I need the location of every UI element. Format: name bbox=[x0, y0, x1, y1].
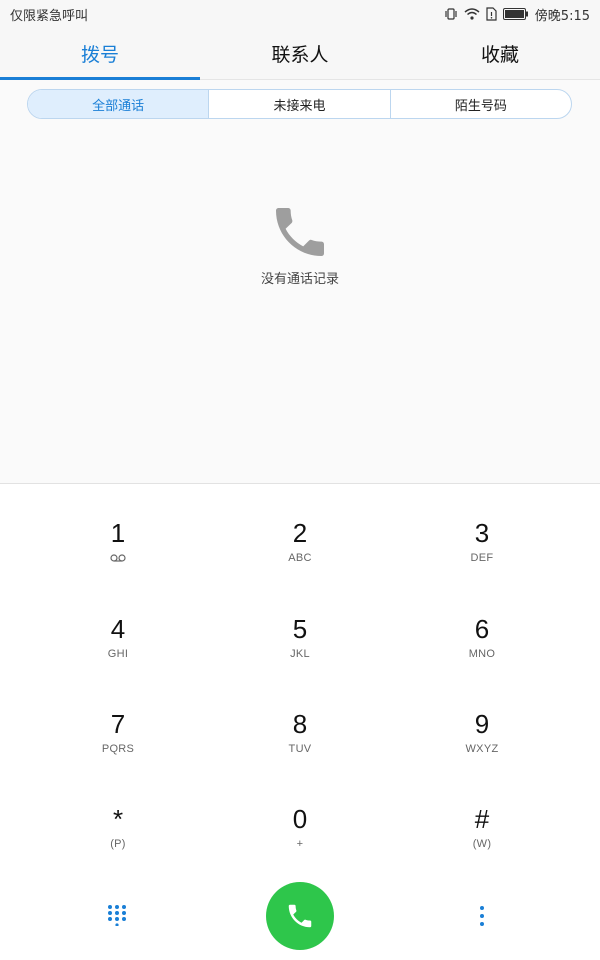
key-6[interactable]: 6 MNO bbox=[422, 614, 542, 684]
key-8[interactable]: 8 TUV bbox=[240, 709, 360, 779]
key-digit: 9 bbox=[474, 709, 490, 739]
status-time: 傍晚5:15 bbox=[534, 8, 590, 24]
key-hash[interactable]: # (W) bbox=[422, 804, 542, 874]
key-digit: 3 bbox=[474, 518, 490, 548]
key-digit: * bbox=[112, 804, 124, 834]
key-digit: 5 bbox=[292, 614, 308, 644]
status-bar: 仅限紧急呼叫 傍晚5:15 bbox=[0, 0, 600, 28]
tab-favorites[interactable]: 收藏 bbox=[400, 28, 600, 79]
key-letters: (P) bbox=[110, 838, 126, 850]
key-5[interactable]: 5 JKL bbox=[240, 614, 360, 684]
dialpad-bottom-bar bbox=[0, 882, 600, 952]
phone-icon bbox=[268, 200, 332, 264]
key-digit: 1 bbox=[110, 518, 126, 548]
empty-state: 没有通话记录 bbox=[0, 200, 600, 287]
key-0[interactable]: 0 + bbox=[240, 804, 360, 874]
filter-all-calls[interactable]: 全部通话 bbox=[28, 90, 209, 118]
voicemail-icon bbox=[58, 554, 178, 564]
key-digit: 4 bbox=[110, 614, 126, 644]
key-letters: TUV bbox=[288, 743, 312, 755]
key-3[interactable]: 3 DEF bbox=[422, 518, 542, 588]
tab-dial[interactable]: 拨号 bbox=[0, 28, 200, 80]
key-letters: GHI bbox=[107, 648, 129, 660]
more-vertical-icon[interactable] bbox=[475, 904, 489, 928]
key-4[interactable]: 4 GHI bbox=[58, 614, 178, 684]
status-left-text: 仅限紧急呼叫 bbox=[10, 8, 89, 24]
key-letters: DEF bbox=[470, 552, 494, 564]
key-digit: 6 bbox=[474, 614, 490, 644]
key-star[interactable]: * (P) bbox=[58, 804, 178, 874]
tab-contacts[interactable]: 联系人 bbox=[200, 28, 400, 79]
key-9[interactable]: 9 WXYZ bbox=[422, 709, 542, 779]
filter-unknown-numbers[interactable]: 陌生号码 bbox=[389, 90, 571, 118]
key-letters: + bbox=[296, 838, 304, 850]
key-digit: 7 bbox=[110, 709, 126, 739]
dialpad: 1 2 ABC 3 DEF 4 GHI 5 JKL 6 MNO 7 PQRS 8… bbox=[0, 483, 600, 960]
call-button[interactable] bbox=[266, 882, 334, 950]
call-filter-segmented: 全部通话 未接来电 陌生号码 bbox=[27, 89, 572, 119]
key-digit: 2 bbox=[292, 518, 308, 548]
vibrate-icon bbox=[444, 7, 458, 21]
filter-missed-calls[interactable]: 未接来电 bbox=[208, 90, 389, 118]
key-digit: 0 bbox=[292, 804, 308, 834]
key-letters: MNO bbox=[468, 648, 496, 660]
key-digit: # bbox=[474, 804, 490, 834]
sim-icon bbox=[486, 7, 497, 21]
key-letters: ABC bbox=[288, 552, 312, 564]
key-digit: 8 bbox=[292, 709, 308, 739]
dialer-screen: 仅限紧急呼叫 傍晚5:15 拨号 联系人 收藏 全部通话 未接来电 陌生号码 没… bbox=[0, 0, 600, 960]
key-letters: PQRS bbox=[101, 743, 135, 755]
key-letters: WXYZ bbox=[465, 743, 499, 755]
key-1[interactable]: 1 bbox=[58, 518, 178, 588]
call-icon bbox=[285, 901, 315, 931]
key-2[interactable]: 2 ABC bbox=[240, 518, 360, 588]
empty-state-text: 没有通话记录 bbox=[260, 272, 339, 287]
key-7[interactable]: 7 PQRS bbox=[58, 709, 178, 779]
status-right: 傍晚5:15 bbox=[444, 5, 590, 24]
key-letters: (W) bbox=[472, 838, 492, 850]
top-tabs: 拨号 联系人 收藏 bbox=[0, 28, 600, 80]
key-letters: JKL bbox=[290, 648, 310, 660]
dialpad-grid-icon[interactable] bbox=[106, 904, 128, 927]
wifi-icon bbox=[464, 7, 480, 21]
battery-icon bbox=[502, 8, 529, 20]
